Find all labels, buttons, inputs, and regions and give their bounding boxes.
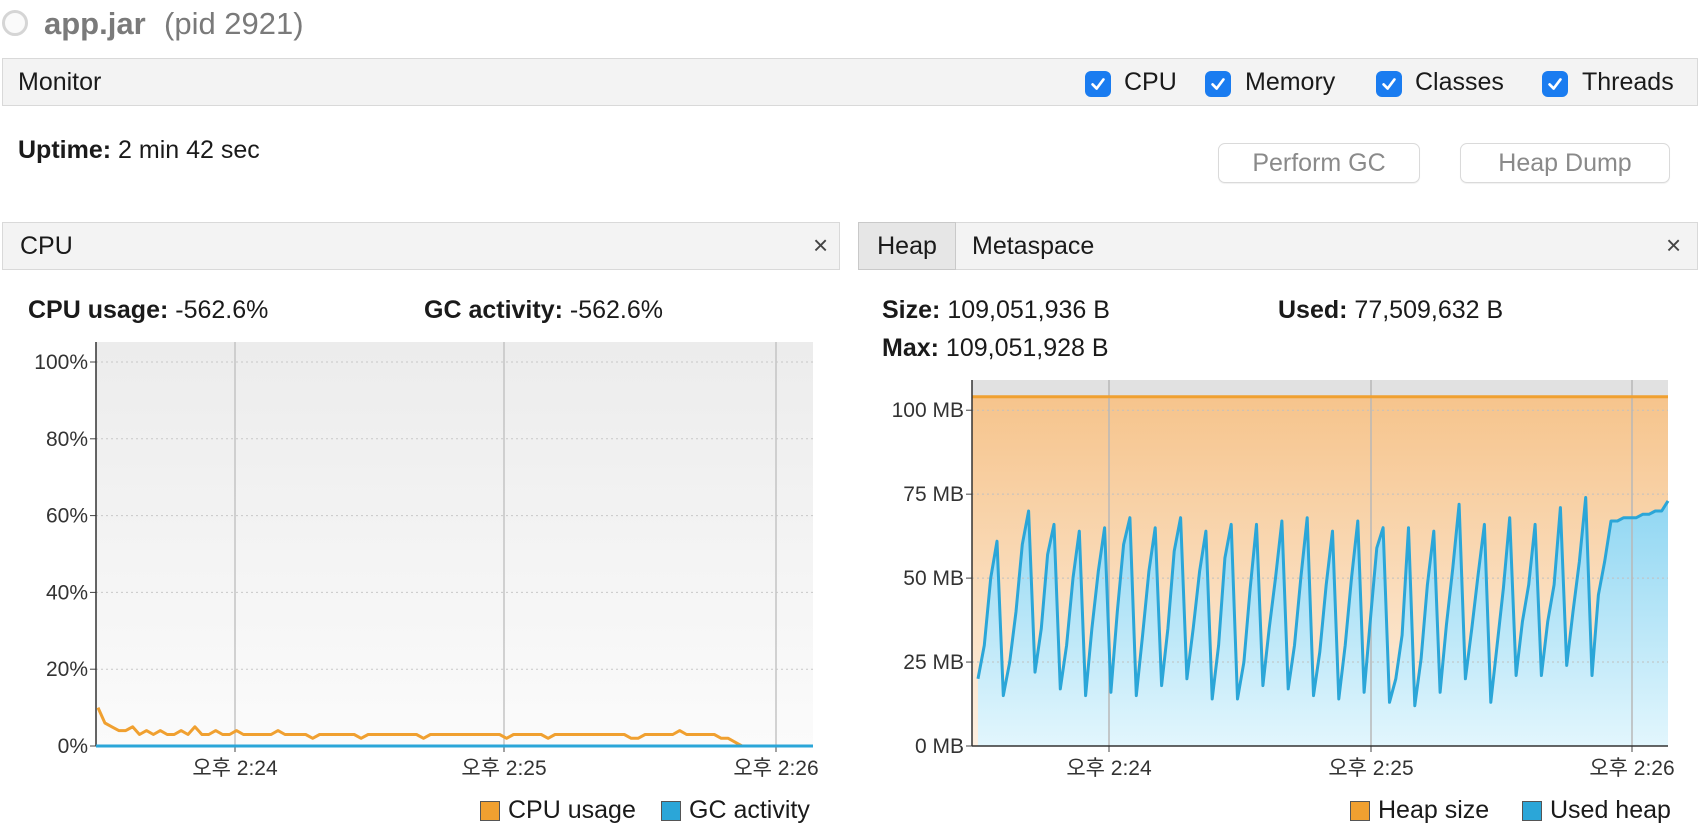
legend-used-heap-swatch: [1522, 800, 1542, 821]
heap-x-tick-label: 오후 2:26: [1589, 757, 1674, 780]
cpu-x-tick-label: 오후 2:26: [733, 757, 818, 780]
cpu-chart: 0% 20% 40% 60% 80% 100% 오후 2:24 오후 2:25 오후 2:26: [34, 342, 819, 780]
legend-gc-activity-label: GC activity: [689, 796, 810, 824]
cpu-y-tick-label: 20%: [46, 658, 88, 681]
heap-y-tick-label: 100 MB: [892, 399, 964, 422]
legend-gc-activity-swatch: [661, 800, 681, 821]
heap-chart: 0 MB 25 MB 50 MB 75 MB 100 MB 오후 2:24 오후 2:25 오…: [892, 380, 1675, 780]
heap-y-tick-label: 0 MB: [915, 735, 964, 758]
heap-y-tick-label: 25 MB: [903, 651, 964, 674]
heap-x-tick-label: 오후 2:25: [1328, 757, 1413, 780]
legend-cpu-usage-swatch: [480, 800, 500, 821]
cpu-x-tick-label: 오후 2:25: [461, 757, 546, 780]
heap-x-tick-label: 오후 2:24: [1066, 757, 1152, 780]
monitor-charts: 0%20%40%60%80%100%오후 2:24 오후 2:25 오후 2:26 …: [34, 342, 1675, 780]
legend-used-heap-label: Used heap: [1550, 796, 1671, 824]
legend-cpu-usage: CPU usage: [480, 796, 636, 825]
cpu-x-tick-label: 오후 2:24: [192, 757, 278, 780]
cpu-y-tick-label: 100%: [34, 351, 88, 374]
cpu-plot-area: [96, 342, 813, 746]
legend-heap-size: Heap size: [1350, 796, 1489, 825]
cpu-y-tick-label: 40%: [46, 581, 88, 604]
cpu-y-tick-label: 0%: [58, 735, 88, 758]
legend-cpu-usage-label: CPU usage: [508, 796, 636, 824]
heap-y-tick-label: 50 MB: [903, 567, 964, 590]
legend-heap-size-label: Heap size: [1378, 796, 1490, 824]
heap-y-tick-label: 75 MB: [903, 483, 964, 506]
cpu-y-tick-label: 60%: [46, 505, 88, 528]
legend-gc-activity: GC activity: [661, 796, 810, 825]
legend-used-heap: Used heap: [1522, 796, 1671, 825]
cpu-y-tick-label: 80%: [46, 428, 88, 451]
legend-heap-size-swatch: [1350, 800, 1370, 821]
